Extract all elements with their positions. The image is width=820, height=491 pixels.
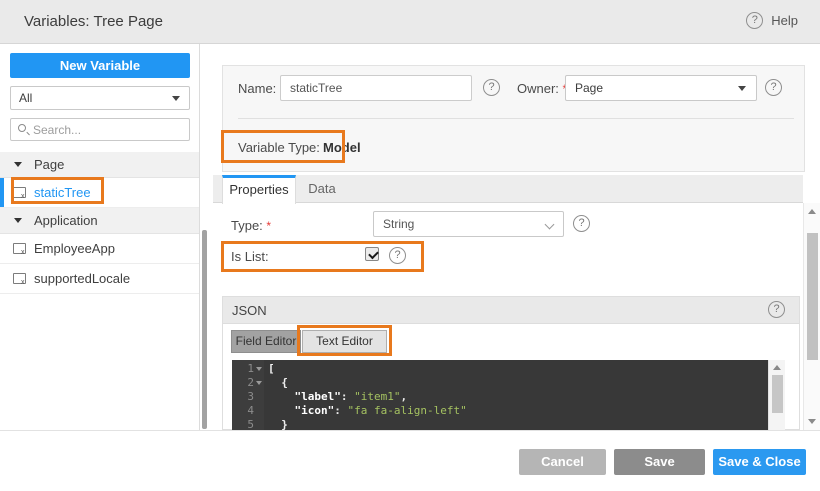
help-label: Help	[771, 13, 798, 28]
json-text-editor[interactable]: 1 2 3 4 5 [ { "label": "item1", "icon": …	[232, 360, 785, 430]
caret-down-icon	[14, 162, 22, 167]
save-button[interactable]: Save	[614, 449, 705, 475]
tree-item-statictree[interactable]: staticTree	[0, 178, 199, 208]
variables-tree: Page staticTree Application EmployeeApp …	[0, 152, 199, 294]
variables-dialog: Variables: Tree Page ? Help New Variable…	[0, 0, 820, 491]
name-help-icon[interactable]: ?	[483, 79, 500, 96]
type-help-icon[interactable]: ?	[573, 215, 590, 232]
chevron-down-icon	[172, 96, 180, 101]
fold-caret-icon[interactable]	[256, 381, 262, 385]
tab-data[interactable]: Data	[296, 175, 348, 203]
editor-code: [ { "label": "item1", "icon": "fa fa-ali…	[268, 360, 768, 430]
scroll-up-icon[interactable]	[808, 209, 816, 214]
scroll-up-icon[interactable]	[773, 365, 781, 370]
search-box	[10, 118, 190, 141]
variables-sidebar: New Variable All Page staticTree Applica…	[0, 44, 200, 430]
fold-caret-icon[interactable]	[256, 367, 262, 371]
variable-summary-panel: Name: * ? Owner: * Page ? Variable Type:…	[222, 65, 805, 172]
variable-type-value: Model	[323, 140, 361, 155]
field-editor-button[interactable]: Field Editor	[231, 330, 301, 353]
is-list-label: Is List:	[231, 249, 269, 264]
properties-scrollbar-thumb[interactable]	[807, 233, 818, 360]
line-number: 1	[247, 362, 254, 375]
page-title: Variables: Tree Page	[24, 13, 163, 30]
caret-down-icon	[14, 218, 22, 223]
line-number: 4	[247, 404, 254, 417]
owner-help-icon[interactable]: ?	[765, 79, 782, 96]
variable-filter-value: All	[19, 91, 33, 105]
chevron-down-icon	[738, 86, 746, 91]
line-number: 3	[247, 390, 254, 403]
line-number: 2	[247, 376, 254, 389]
type-value: String	[383, 217, 415, 231]
name-label: Name: *	[238, 81, 285, 96]
is-list-help-icon[interactable]: ?	[389, 247, 406, 264]
name-input[interactable]	[280, 75, 472, 101]
tab-properties[interactable]: Properties	[222, 175, 296, 204]
code-line: [	[268, 362, 275, 375]
variable-icon	[13, 187, 26, 200]
owner-label: Owner: *	[517, 81, 567, 96]
owner-select[interactable]: Page	[565, 75, 757, 101]
variable-icon	[13, 243, 26, 256]
editor-scrollbar-thumb[interactable]	[772, 375, 783, 413]
sidebar-scrollbar-thumb[interactable]	[202, 230, 207, 429]
tree-group-application[interactable]: Application	[0, 208, 199, 234]
variable-filter-select[interactable]: All	[10, 86, 190, 110]
code-line: }	[281, 418, 288, 430]
text-editor-button[interactable]: Text Editor	[302, 330, 387, 353]
json-title: JSON	[232, 303, 267, 318]
tree-item-label: supportedLocale	[34, 271, 131, 286]
type-label: Type: *	[231, 218, 272, 233]
variable-icon	[13, 273, 26, 286]
tree-group-page[interactable]: Page	[0, 152, 199, 178]
panel-divider	[238, 118, 794, 119]
chevron-down-icon	[544, 219, 555, 230]
tree-item-supportedlocale[interactable]: supportedLocale	[0, 264, 199, 294]
selected-indicator	[0, 178, 4, 207]
type-select[interactable]: String	[373, 211, 564, 237]
code-line: "icon": "fa fa-align-left"	[294, 404, 467, 417]
json-section-header: JSON ?	[223, 297, 799, 324]
required-asterisk: *	[266, 219, 272, 233]
properties-scrollbar[interactable]	[803, 203, 820, 430]
help-icon: ?	[746, 12, 764, 29]
help-button[interactable]: ? Help	[746, 12, 798, 29]
tree-item-label: staticTree	[34, 185, 91, 200]
tree-item-employeeapp[interactable]: EmployeeApp	[0, 234, 199, 264]
scroll-down-icon[interactable]	[808, 419, 816, 424]
code-line: {	[281, 376, 288, 389]
save-close-button[interactable]: Save & Close	[713, 449, 806, 475]
editor-scrollbar[interactable]	[768, 360, 785, 430]
tree-group-label: Page	[34, 157, 65, 172]
new-variable-button[interactable]: New Variable	[10, 53, 190, 78]
code-line: "label": "item1",	[294, 390, 408, 403]
cancel-button[interactable]: Cancel	[519, 449, 606, 475]
search-icon	[18, 124, 26, 132]
line-number: 5	[247, 418, 254, 430]
tab-bar: Properties Data	[213, 175, 803, 204]
dialog-header: Variables: Tree Page ? Help	[0, 0, 820, 44]
json-help-icon[interactable]: ?	[768, 301, 785, 318]
editor-gutter: 1 2 3 4 5	[232, 360, 264, 430]
owner-value: Page	[575, 81, 604, 95]
is-list-checkbox[interactable]	[365, 247, 379, 261]
footer-divider	[0, 430, 820, 431]
tree-group-label: Application	[34, 213, 98, 228]
variable-type-label: Variable Type:	[238, 140, 320, 155]
search-input[interactable]	[33, 119, 187, 140]
tree-item-label: EmployeeApp	[34, 241, 115, 256]
